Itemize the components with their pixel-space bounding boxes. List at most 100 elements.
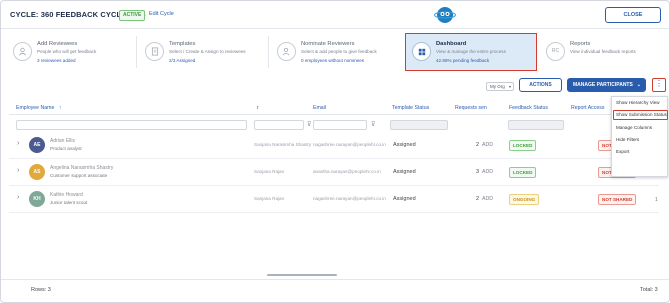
rows-count-label: Rows: 3 bbox=[31, 287, 51, 293]
filter-icon[interactable]: ⊽ bbox=[307, 121, 311, 128]
menu-item-hide-filters[interactable]: Hide Filters bbox=[616, 137, 639, 142]
horizontal-scrollbar[interactable] bbox=[267, 274, 337, 276]
requests-count: 2 bbox=[476, 142, 480, 148]
app-window: CYCLE: 360 FEEDBACK CYCLE 2025 ACTIVE Ed… bbox=[0, 0, 670, 303]
column-header-employee-name[interactable]: Employee Name ↑ bbox=[16, 105, 61, 111]
filter-email[interactable] bbox=[313, 120, 367, 130]
more-options-menu: Show Hierarchy View Show Submission Stat… bbox=[611, 96, 668, 177]
chevron-down-icon: ⌄ bbox=[636, 82, 641, 88]
filter-icon[interactable]: ⊽ bbox=[371, 121, 375, 128]
employee-role: Junior talent scout bbox=[50, 200, 88, 205]
step-title: Nominate Reviewers bbox=[301, 41, 355, 47]
step-title: Add Reviewees bbox=[37, 41, 78, 47]
filter-template-status[interactable] bbox=[390, 120, 448, 130]
filter-employee-name[interactable] bbox=[16, 120, 247, 130]
report-access-badge: NOT SHARED bbox=[598, 194, 637, 205]
employee-name: Angelina Narasimha Shastry bbox=[50, 165, 114, 171]
employee-email: nagashree.narayan@peoplehr.co.in bbox=[313, 142, 386, 147]
step-divider bbox=[268, 36, 269, 68]
template-icon bbox=[145, 42, 164, 61]
step-add-reviewees[interactable]: Add Reviewees People who will get feedba… bbox=[6, 33, 136, 71]
employee-role: Customer support associate bbox=[50, 173, 108, 178]
column-header-template-status[interactable]: Template Status bbox=[392, 105, 429, 111]
feedback-status-badge: LOCKED bbox=[509, 167, 537, 178]
employee-name: Adrian Ellis bbox=[50, 138, 76, 144]
add-request-link[interactable]: ADD bbox=[482, 169, 493, 175]
step-desc: View & manage the entire process bbox=[436, 49, 506, 54]
manager-name: Sanjana Rajan bbox=[254, 169, 285, 174]
employee-name: Kathie Howard bbox=[50, 192, 83, 198]
org-select[interactable]: My Org ▾ bbox=[486, 82, 514, 91]
step-link[interactable]: 42.86% pending feedback bbox=[436, 58, 489, 63]
step-divider bbox=[136, 36, 137, 68]
brand-logo bbox=[434, 5, 456, 25]
chevron-right-icon[interactable]: › bbox=[17, 167, 19, 174]
step-dashboard[interactable]: Dashboard View & manage the entire proce… bbox=[405, 33, 537, 71]
avatar: AE bbox=[29, 137, 45, 153]
manager-name: Sanjana Narasimha Shastry bbox=[254, 142, 312, 147]
step-link[interactable]: 0 employees without nominees bbox=[301, 58, 364, 63]
filter-manager[interactable] bbox=[254, 120, 304, 130]
chevron-right-icon[interactable]: › bbox=[17, 140, 19, 147]
column-header-requests-sent[interactable]: Requests sen bbox=[455, 105, 487, 111]
header-divider bbox=[9, 114, 615, 115]
step-desc: People who will get feedback bbox=[37, 49, 97, 54]
avatar: KH bbox=[29, 191, 45, 207]
close-button[interactable]: CLOSE bbox=[605, 7, 661, 23]
add-request-link[interactable]: ADD bbox=[482, 196, 493, 202]
table-row[interactable]: › KH Kathie Howard Junior talent scout S… bbox=[9, 186, 659, 213]
requests-count: 2 bbox=[476, 196, 480, 202]
column-header-report-access[interactable]: Report Access bbox=[571, 105, 604, 111]
feedback-status-badge: ONGOING bbox=[509, 194, 540, 205]
sort-arrow-icon: ↑ bbox=[58, 105, 62, 111]
column-header-manager[interactable]: r bbox=[257, 105, 259, 111]
chevron-down-icon: ▾ bbox=[508, 84, 511, 89]
step-title: Reports bbox=[570, 41, 591, 47]
table-row[interactable]: › AS Angelina Narasimha Shastry Customer… bbox=[9, 159, 659, 186]
status-badge: ACTIVE bbox=[119, 9, 146, 21]
step-link[interactable]: 3 reviewees added bbox=[37, 58, 76, 63]
requests-count: 3 bbox=[476, 169, 480, 175]
chevron-right-icon[interactable]: › bbox=[17, 194, 19, 201]
row-count: 1 bbox=[655, 197, 658, 203]
menu-item-show-submission-status[interactable]: Show Submission Status bbox=[616, 112, 667, 117]
edit-cycle-link[interactable]: Edit Cycle bbox=[149, 11, 174, 17]
total-count-label: Total: 3 bbox=[640, 287, 658, 293]
employee-role: Product analyst bbox=[50, 146, 82, 151]
step-desc: View individual feedback reports bbox=[570, 49, 636, 54]
feedback-status-badge: LOCKED bbox=[509, 140, 537, 151]
step-title: Dashboard bbox=[436, 41, 467, 47]
step-templates[interactable]: Templates Select / Create & Assign to re… bbox=[138, 33, 268, 71]
actions-button[interactable]: ACTIONS bbox=[519, 78, 562, 92]
menu-item-manage-columns[interactable]: Manage Columns bbox=[616, 125, 652, 130]
template-status: Assigned bbox=[393, 169, 416, 175]
manage-participants-button[interactable]: MANAGE PARTICIPANTS ⌄ bbox=[567, 78, 646, 92]
employee-email: nagashree.narayan@peoplehr.co.in bbox=[313, 196, 386, 201]
menu-item-show-hierarchy-view[interactable]: Show Hierarchy View bbox=[616, 100, 660, 105]
step-link[interactable]: 2/3 Assigned bbox=[169, 58, 195, 63]
table-footer: Rows: 3 Total: 3 bbox=[1, 279, 669, 302]
filter-feedback-status[interactable] bbox=[508, 120, 564, 130]
dashboard-icon bbox=[412, 42, 431, 61]
people-icon bbox=[13, 42, 32, 61]
column-label: Employee Name bbox=[16, 105, 55, 111]
avatar: AS bbox=[29, 164, 45, 180]
manager-name: Sanjana Rajan bbox=[254, 196, 285, 201]
step-reports[interactable]: RC Reports View individual feedback repo… bbox=[539, 33, 666, 71]
step-desc: Select & add people to give feedback bbox=[301, 49, 377, 54]
template-status: Assigned bbox=[393, 196, 416, 202]
step-nominate-reviewers[interactable]: Nominate Reviewers Select & add people t… bbox=[270, 33, 402, 71]
page-header: CYCLE: 360 FEEDBACK CYCLE 2025 ACTIVE Ed… bbox=[1, 1, 669, 29]
org-select-value: My Org bbox=[490, 84, 505, 89]
menu-item-export[interactable]: Export bbox=[616, 149, 629, 154]
column-header-email[interactable]: Email bbox=[313, 105, 326, 111]
add-request-link[interactable]: ADD bbox=[482, 142, 493, 148]
table-row[interactable]: › AE Adrian Ellis Product analyst Sanjan… bbox=[9, 132, 659, 159]
employee-email: anantha.narayan@peoplehr.co.in bbox=[313, 169, 381, 174]
template-status: Assigned bbox=[393, 142, 416, 148]
step-title: Templates bbox=[169, 41, 196, 47]
column-header-feedback-status[interactable]: Feedback Status bbox=[509, 105, 548, 111]
manage-participants-label: MANAGE PARTICIPANTS bbox=[573, 82, 633, 88]
user-add-icon bbox=[277, 42, 296, 61]
more-options-button[interactable]: ⋮ bbox=[652, 78, 666, 92]
